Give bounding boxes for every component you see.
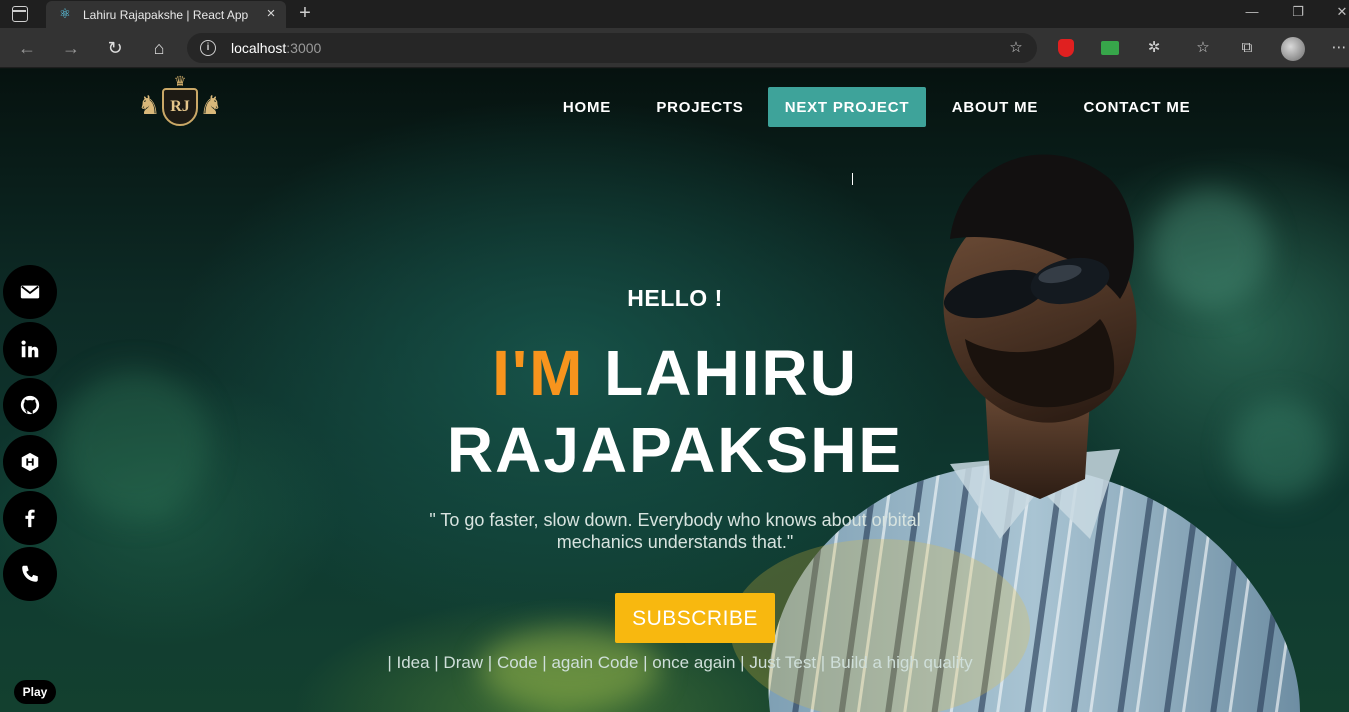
lion-left-icon: ♞ [137, 90, 161, 120]
plus-icon[interactable]: + [295, 3, 315, 23]
play-button[interactable]: Play [14, 680, 56, 704]
hero-quote: " To go faster, slow down. Everybody who… [410, 509, 940, 553]
url-input[interactable]: i localhost:3000 ☆ [187, 33, 1037, 63]
info-icon[interactable]: i [200, 40, 216, 56]
browser-tab[interactable]: ⚛ Lahiru Rajapakshe | React App × [46, 1, 286, 28]
nav-home[interactable]: HOME [549, 87, 625, 127]
mouse-cursor [852, 173, 860, 185]
hero-im: I'M [492, 337, 585, 409]
minimize-icon[interactable]: — [1242, 4, 1262, 20]
phone-icon[interactable] [3, 547, 57, 601]
window-close-icon[interactable]: ✕ [1332, 4, 1349, 20]
nav-projects[interactable]: PROJECTS [649, 87, 751, 127]
facebook-icon[interactable] [3, 491, 57, 545]
site-logo[interactable]: ♛ ♞ RJ ♞ [136, 74, 224, 134]
hero-last-name: RAJAPAKSHE [446, 414, 904, 486]
hackerrank-icon[interactable] [3, 435, 57, 489]
crown-icon: ♛ [173, 73, 187, 89]
home-icon[interactable]: ⌂ [148, 37, 170, 59]
restore-icon[interactable]: ❐ [1288, 4, 1308, 20]
star-add-icon[interactable]: ☆ [1007, 39, 1025, 57]
react-icon: ⚛ [59, 6, 71, 21]
close-icon[interactable]: × [263, 6, 279, 22]
browser-tab-strip: ⚛ Lahiru Rajapakshe | React App × + — ❐ … [0, 0, 1349, 28]
arrow-right-icon[interactable]: → [60, 37, 82, 59]
extension-red-icon[interactable] [1058, 39, 1074, 57]
nav-next-project[interactable]: NEXT PROJECT [768, 87, 926, 127]
profile-avatar[interactable] [1281, 37, 1305, 61]
refresh-icon[interactable]: ↻ [104, 37, 126, 59]
github-icon[interactable] [3, 378, 57, 432]
nav-contact-me[interactable]: CONTACT ME [1078, 87, 1196, 127]
hero-tagline: | Idea | Draw | Code | again Code | once… [387, 653, 973, 672]
more-icon[interactable]: ⋯ [1328, 37, 1349, 59]
hero-name-line1: I'M LAHIRU [390, 336, 960, 410]
hero-quote-line: mechanics understands that." [556, 532, 794, 552]
url-text[interactable]: localhost:3000 [231, 40, 321, 56]
subscribe-button[interactable]: SUBSCRIBE [615, 593, 775, 643]
puzzle-icon[interactable]: ✲ [1143, 37, 1165, 59]
favorites-icon[interactable]: ☆ [1192, 37, 1214, 59]
nav-about-me[interactable]: ABOUT ME [945, 87, 1045, 127]
hero-first-name: LAHIRU [604, 337, 858, 409]
extension-green-icon[interactable] [1101, 41, 1119, 55]
portfolio-page: ♛ ♞ RJ ♞ HOME PROJECTS NEXT PROJECT ABOU… [0, 69, 1349, 712]
tab-title: Lahiru Rajapakshe | React App [83, 8, 249, 22]
lion-right-icon: ♞ [199, 90, 223, 120]
tab-actions-icon[interactable] [12, 6, 28, 22]
address-bar: ← → ↻ ⌂ i localhost:3000 ☆ ✲ ☆ ⧉ ⋯ [0, 28, 1349, 68]
collections-icon[interactable]: ⧉ [1236, 37, 1258, 59]
linkedin-icon[interactable] [3, 322, 57, 376]
hero-quote-line: " To go faster, slow down. Everybody who… [429, 510, 921, 530]
hero-greeting: HELLO ! [627, 285, 723, 311]
logo-crest: RJ [162, 88, 198, 126]
mail-icon[interactable] [3, 265, 57, 319]
arrow-left-icon[interactable]: ← [16, 37, 38, 59]
